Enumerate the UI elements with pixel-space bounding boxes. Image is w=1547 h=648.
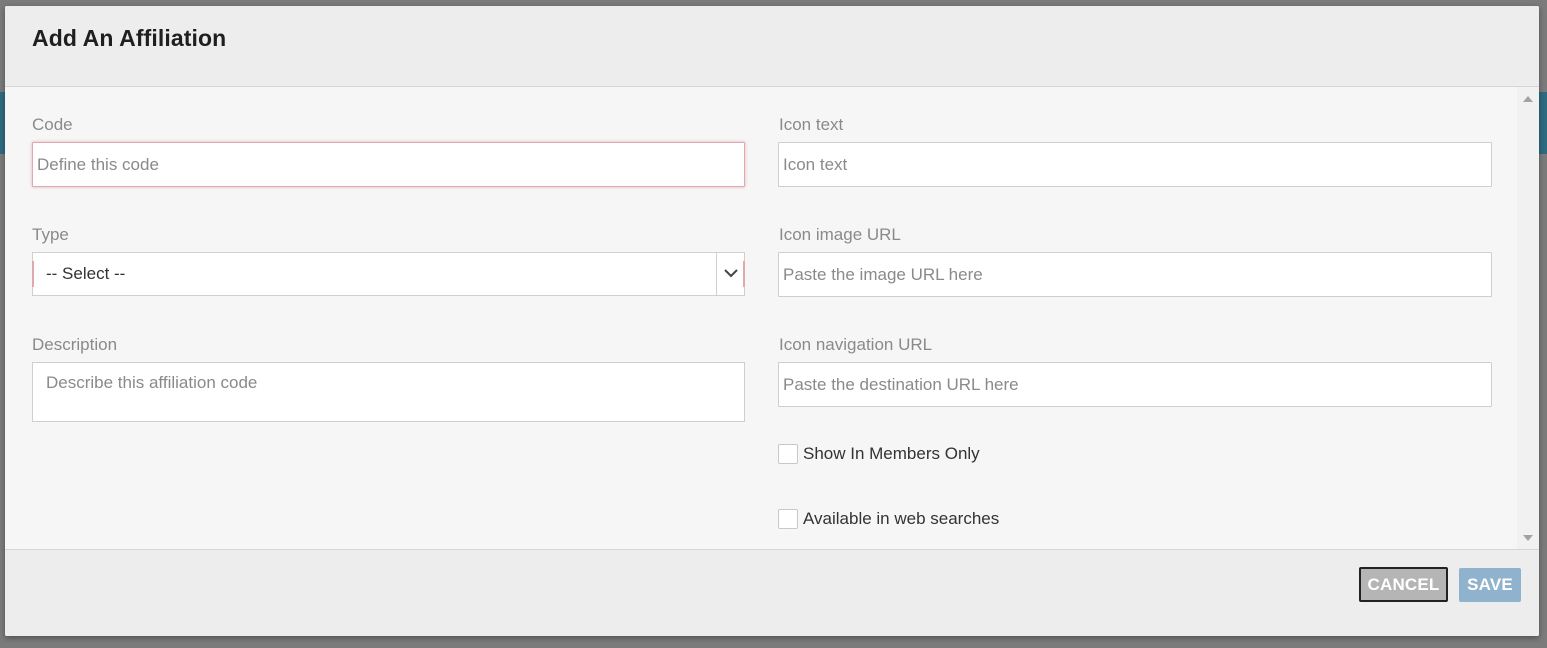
add-affiliation-modal: Add An Affiliation Code Type -- Select -… <box>5 6 1539 636</box>
available-in-web-searches-checkbox[interactable] <box>778 509 798 529</box>
type-select[interactable]: -- Select -- <box>32 252 745 296</box>
code-input[interactable] <box>32 142 745 187</box>
show-in-members-only-label[interactable]: Show In Members Only <box>803 444 980 464</box>
modal-title: Add An Affiliation <box>32 25 227 51</box>
save-button[interactable]: SAVE <box>1459 568 1521 602</box>
icon-navigation-url-label: Icon navigation URL <box>779 335 933 354</box>
description-textarea[interactable] <box>32 362 745 422</box>
modal-header: Add An Affiliation <box>5 6 1539 87</box>
scroll-down-arrow-icon[interactable] <box>1523 535 1533 541</box>
modal-footer: CANCEL SAVE <box>5 549 1539 636</box>
type-select-toggle[interactable] <box>716 253 744 295</box>
scroll-up-arrow-icon[interactable] <box>1523 96 1533 102</box>
icon-text-input[interactable] <box>778 142 1492 187</box>
background-page-strip-right <box>1538 92 1547 154</box>
show-in-members-only-row: Show In Members Only <box>778 444 980 464</box>
type-label: Type <box>32 225 69 244</box>
available-in-web-searches-label[interactable]: Available in web searches <box>803 509 999 529</box>
modal-body-scrollbar[interactable] <box>1517 87 1539 549</box>
type-select-value: -- Select -- <box>46 264 126 283</box>
icon-text-label: Icon text <box>779 115 844 134</box>
icon-navigation-url-input[interactable] <box>778 362 1492 407</box>
icon-image-url-input[interactable] <box>778 252 1492 297</box>
show-in-members-only-checkbox[interactable] <box>778 444 798 464</box>
available-in-web-searches-row: Available in web searches <box>778 509 999 529</box>
code-label: Code <box>32 115 73 134</box>
icon-image-url-label: Icon image URL <box>779 225 901 244</box>
cancel-button[interactable]: CANCEL <box>1359 567 1448 602</box>
chevron-down-icon <box>724 269 738 278</box>
modal-body: Code Type -- Select -- Description Icon … <box>5 87 1539 549</box>
type-select-invalid-accent <box>32 261 34 287</box>
description-label: Description <box>32 335 118 354</box>
